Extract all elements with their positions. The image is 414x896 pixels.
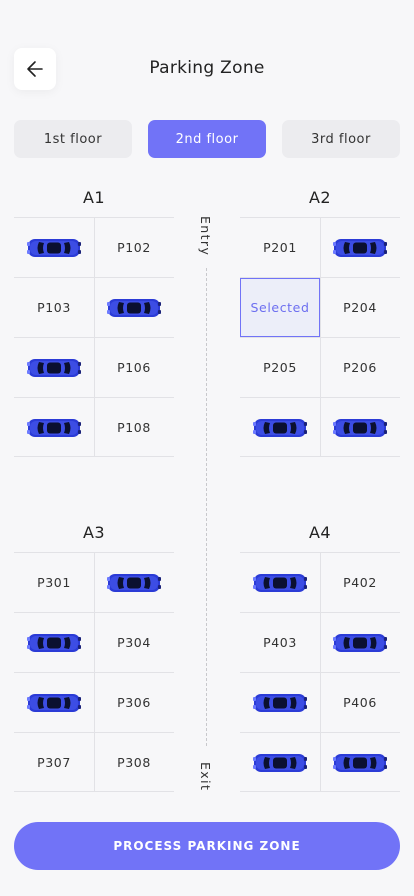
section-label-a2: A2 (308, 188, 332, 207)
parking-spot-p201[interactable]: P201 (240, 218, 320, 277)
parking-spot-p102[interactable]: P102 (94, 218, 174, 277)
parking-spot-p304[interactable]: P304 (94, 613, 174, 672)
occupied-spot (240, 673, 320, 732)
parking-row: P102 (14, 217, 174, 277)
page-title: Parking Zone (149, 58, 265, 78)
section-label-a4: A4 (308, 523, 332, 542)
parking-row: P103 (14, 277, 174, 337)
occupied-spot (14, 218, 94, 277)
tab-1st-floor[interactable]: 1st floor (14, 120, 132, 158)
parking-spot-p106[interactable]: P106 (94, 338, 174, 397)
parking-spot-p206[interactable]: P206 (320, 338, 400, 397)
entry-label: Entry (198, 216, 213, 257)
parking-row: P402 (240, 552, 400, 612)
section-label-a1: A1 (82, 188, 106, 207)
parked-car-icon (253, 418, 307, 437)
driving-lane-line (206, 268, 207, 746)
parking-spot-p402[interactable]: P402 (320, 553, 400, 612)
parked-car-icon (107, 298, 161, 317)
parking-row (240, 732, 400, 792)
parking-spot-p308[interactable]: P308 (94, 733, 174, 792)
occupied-spot (320, 733, 400, 792)
parking-row (240, 397, 400, 457)
parked-car-icon (333, 753, 387, 772)
parked-car-icon (27, 238, 81, 257)
parked-car-icon (253, 693, 307, 712)
parked-car-icon (27, 633, 81, 652)
occupied-spot (94, 553, 174, 612)
occupied-spot (320, 398, 400, 457)
selected-spot[interactable]: Selected (240, 278, 320, 337)
parking-spot-p103[interactable]: P103 (14, 278, 94, 337)
occupied-spot (14, 338, 94, 397)
floor-tabs: 1st floor 2nd floor 3rd floor (14, 120, 400, 158)
parking-spot-p204[interactable]: P204 (320, 278, 400, 337)
exit-label: Exit (198, 762, 213, 792)
parking-row: P304 (14, 612, 174, 672)
parking-row: Selected P204 (240, 277, 400, 337)
parked-car-icon (27, 418, 81, 437)
parking-row: P306 (14, 672, 174, 732)
parked-car-icon (253, 573, 307, 592)
parked-car-icon (27, 358, 81, 377)
process-parking-zone-button[interactable]: PROCESS PARKING ZONE (14, 822, 400, 870)
section-label-a3: A3 (82, 523, 106, 542)
occupied-spot (240, 733, 320, 792)
parking-row: P301 (14, 552, 174, 612)
parking-spot-p406[interactable]: P406 (320, 673, 400, 732)
parking-spot-p108[interactable]: P108 (94, 398, 174, 457)
parking-row: P403 (240, 612, 400, 672)
parking-spot-p307[interactable]: P307 (14, 733, 94, 792)
parking-row: P205 P206 (240, 337, 400, 397)
parking-grid-a4: P402 P403 P406 (240, 552, 400, 792)
occupied-spot (240, 398, 320, 457)
parked-car-icon (333, 418, 387, 437)
parked-car-icon (27, 693, 81, 712)
parking-row: P307 P308 (14, 732, 174, 792)
parked-car-icon (333, 238, 387, 257)
tab-3rd-floor[interactable]: 3rd floor (282, 120, 400, 158)
parking-spot-p403[interactable]: P403 (240, 613, 320, 672)
parked-car-icon (333, 633, 387, 652)
parked-car-icon (253, 753, 307, 772)
parking-spot-p301[interactable]: P301 (14, 553, 94, 612)
parking-row: P106 (14, 337, 174, 397)
parking-spot-p306[interactable]: P306 (94, 673, 174, 732)
parking-grid-a1: P102 P103 P106 P108 (14, 217, 174, 457)
parking-grid-a3: P301 P304 P306 P307 P308 (14, 552, 174, 792)
occupied-spot (94, 278, 174, 337)
occupied-spot (14, 613, 94, 672)
parking-grid-a2: P201 Selected P204 P205 P206 (240, 217, 400, 457)
occupied-spot (14, 398, 94, 457)
occupied-spot (320, 613, 400, 672)
occupied-spot (240, 553, 320, 612)
parking-row: P108 (14, 397, 174, 457)
parking-row: P201 (240, 217, 400, 277)
parked-car-icon (107, 573, 161, 592)
parking-row: P406 (240, 672, 400, 732)
tab-2nd-floor[interactable]: 2nd floor (148, 120, 266, 158)
occupied-spot (320, 218, 400, 277)
occupied-spot (14, 673, 94, 732)
header: Parking Zone (0, 0, 414, 100)
parking-spot-p205[interactable]: P205 (240, 338, 320, 397)
